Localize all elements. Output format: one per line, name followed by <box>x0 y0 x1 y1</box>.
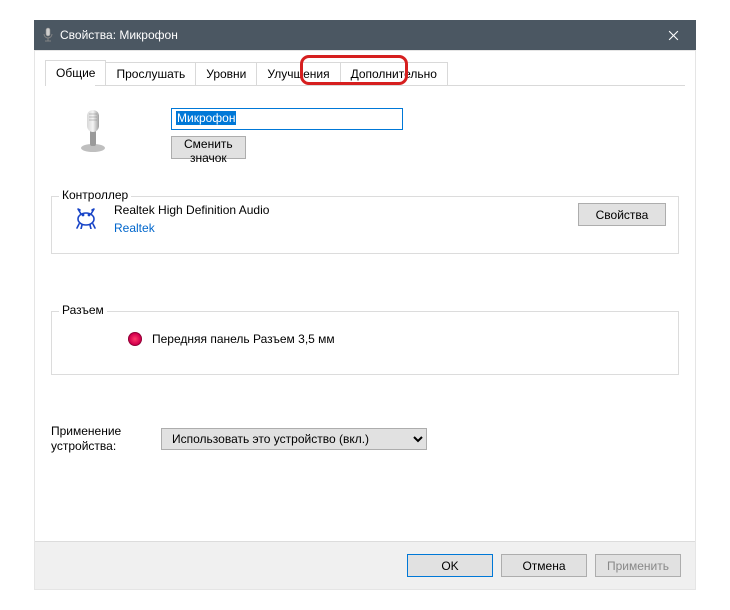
jack-color-icon <box>128 332 142 346</box>
jack-group-label: Разъем <box>59 303 107 317</box>
device-name-value: Микрофон <box>176 111 236 125</box>
microphone-icon <box>75 108 115 148</box>
controller-group: Контроллер Realtek High Definition Audio… <box>51 196 679 254</box>
close-icon <box>668 30 679 41</box>
jack-group: Разъем Передняя панель Разъем 3,5 мм <box>51 311 679 375</box>
button-bar: OK Отмена Применить <box>35 541 695 589</box>
tab-listen[interactable]: Прослушать <box>105 62 196 85</box>
tab-levels[interactable]: Уровни <box>195 62 257 85</box>
controller-properties-button[interactable]: Свойства <box>578 203 666 226</box>
window-body: Общие Прослушать Уровни Улучшения Дополн… <box>34 50 696 590</box>
tab-general[interactable]: Общие <box>45 60 106 85</box>
controller-name: Realtek High Definition Audio <box>114 203 269 217</box>
window-frame: Свойства: Микрофон Общие Прослушать Уров… <box>0 0 730 610</box>
tab-enhancements[interactable]: Улучшения <box>256 62 340 85</box>
controller-manufacturer-link[interactable]: Realtek <box>114 221 155 235</box>
tabstrip: Общие Прослушать Уровни Улучшения Дополн… <box>45 59 685 85</box>
titlebar-mic-icon <box>34 27 56 43</box>
realtek-icon <box>74 205 98 229</box>
device-name-input[interactable]: Микрофон <box>171 108 403 130</box>
device-usage-select[interactable]: Использовать это устройство (вкл.) <box>161 428 427 450</box>
controller-group-label: Контроллер <box>59 188 131 202</box>
change-icon-button[interactable]: Сменить значок <box>171 136 246 159</box>
apply-button[interactable]: Применить <box>595 554 681 577</box>
cancel-button[interactable]: Отмена <box>501 554 587 577</box>
jack-description: Передняя панель Разъем 3,5 мм <box>152 332 335 346</box>
tab-content: Микрофон Сменить значок Контроллер Realt <box>45 86 685 541</box>
titlebar: Свойства: Микрофон <box>34 20 696 50</box>
device-usage-label: Применение устройства: <box>51 424 151 454</box>
close-button[interactable] <box>651 20 696 50</box>
tab-advanced[interactable]: Дополнительно <box>340 62 448 85</box>
ok-button[interactable]: OK <box>407 554 493 577</box>
window-title: Свойства: Микрофон <box>56 28 651 42</box>
